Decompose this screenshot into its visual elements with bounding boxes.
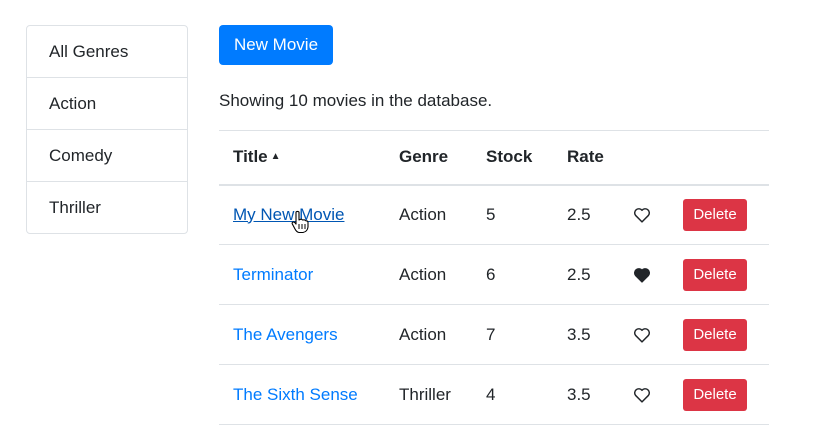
movie-title-link[interactable]: My New Movie (233, 205, 344, 224)
movie-stock: 6 (472, 244, 553, 305)
delete-button[interactable]: Delete (683, 318, 747, 351)
movie-title-link[interactable]: The Sixth Sense (233, 385, 358, 404)
movie-genre: Action (385, 244, 472, 305)
heart-filled-icon[interactable] (633, 267, 651, 283)
column-title-label: Title (233, 147, 268, 167)
table-row: The Sixth Sense Thriller 4 3.5 Delete (219, 364, 769, 425)
table-row: My New Movie Action 5 2.5 Delete (219, 184, 769, 245)
movie-count-text: Showing 10 movies in the database. (219, 91, 493, 110)
column-header-genre[interactable]: Genre (385, 130, 472, 186)
movie-title-link[interactable]: Terminator (233, 265, 313, 284)
movie-stock: 4 (472, 364, 553, 425)
genre-item-action[interactable]: Action (27, 78, 187, 130)
movie-rate: 2.5 (553, 244, 619, 305)
new-movie-button[interactable]: New Movie (219, 25, 333, 65)
delete-button[interactable]: Delete (683, 258, 747, 291)
movie-rate: 3.5 (553, 304, 619, 365)
sort-asc-icon: ▲ (270, 151, 281, 163)
column-header-rate[interactable]: Rate (553, 130, 619, 186)
table-row: The Avengers Action 7 3.5 Delete (219, 304, 769, 365)
movie-rate: 3.5 (553, 364, 619, 425)
delete-button[interactable]: Delete (683, 378, 747, 411)
movie-title-link[interactable]: The Avengers (233, 325, 338, 344)
heart-icon[interactable] (633, 327, 651, 343)
table-header-row: Title ▲ Genre Stock Rate (219, 130, 769, 186)
delete-button[interactable]: Delete (683, 198, 747, 231)
movie-stock: 7 (472, 304, 553, 365)
movie-genre: Action (385, 184, 472, 245)
genre-item-all[interactable]: All Genres (27, 26, 187, 78)
column-header-delete (669, 130, 769, 186)
genre-item-comedy[interactable]: Comedy (27, 130, 187, 182)
movie-genre: Thriller (385, 364, 472, 425)
heart-icon[interactable] (633, 387, 651, 403)
column-header-stock[interactable]: Stock (472, 130, 553, 186)
movie-rate: 2.5 (553, 184, 619, 245)
column-header-like (619, 130, 669, 186)
movie-stock: 5 (472, 184, 553, 245)
table-row: Terminator Action 6 2.5 Delete (219, 244, 769, 305)
column-header-title[interactable]: Title ▲ (219, 130, 385, 186)
genre-list: All Genres Action Comedy Thriller (26, 25, 188, 234)
movies-table: Title ▲ Genre Stock Rate My New Movie Act… (219, 130, 769, 425)
heart-icon[interactable] (633, 207, 651, 223)
genre-item-thriller[interactable]: Thriller (27, 182, 187, 233)
movie-genre: Action (385, 304, 472, 365)
